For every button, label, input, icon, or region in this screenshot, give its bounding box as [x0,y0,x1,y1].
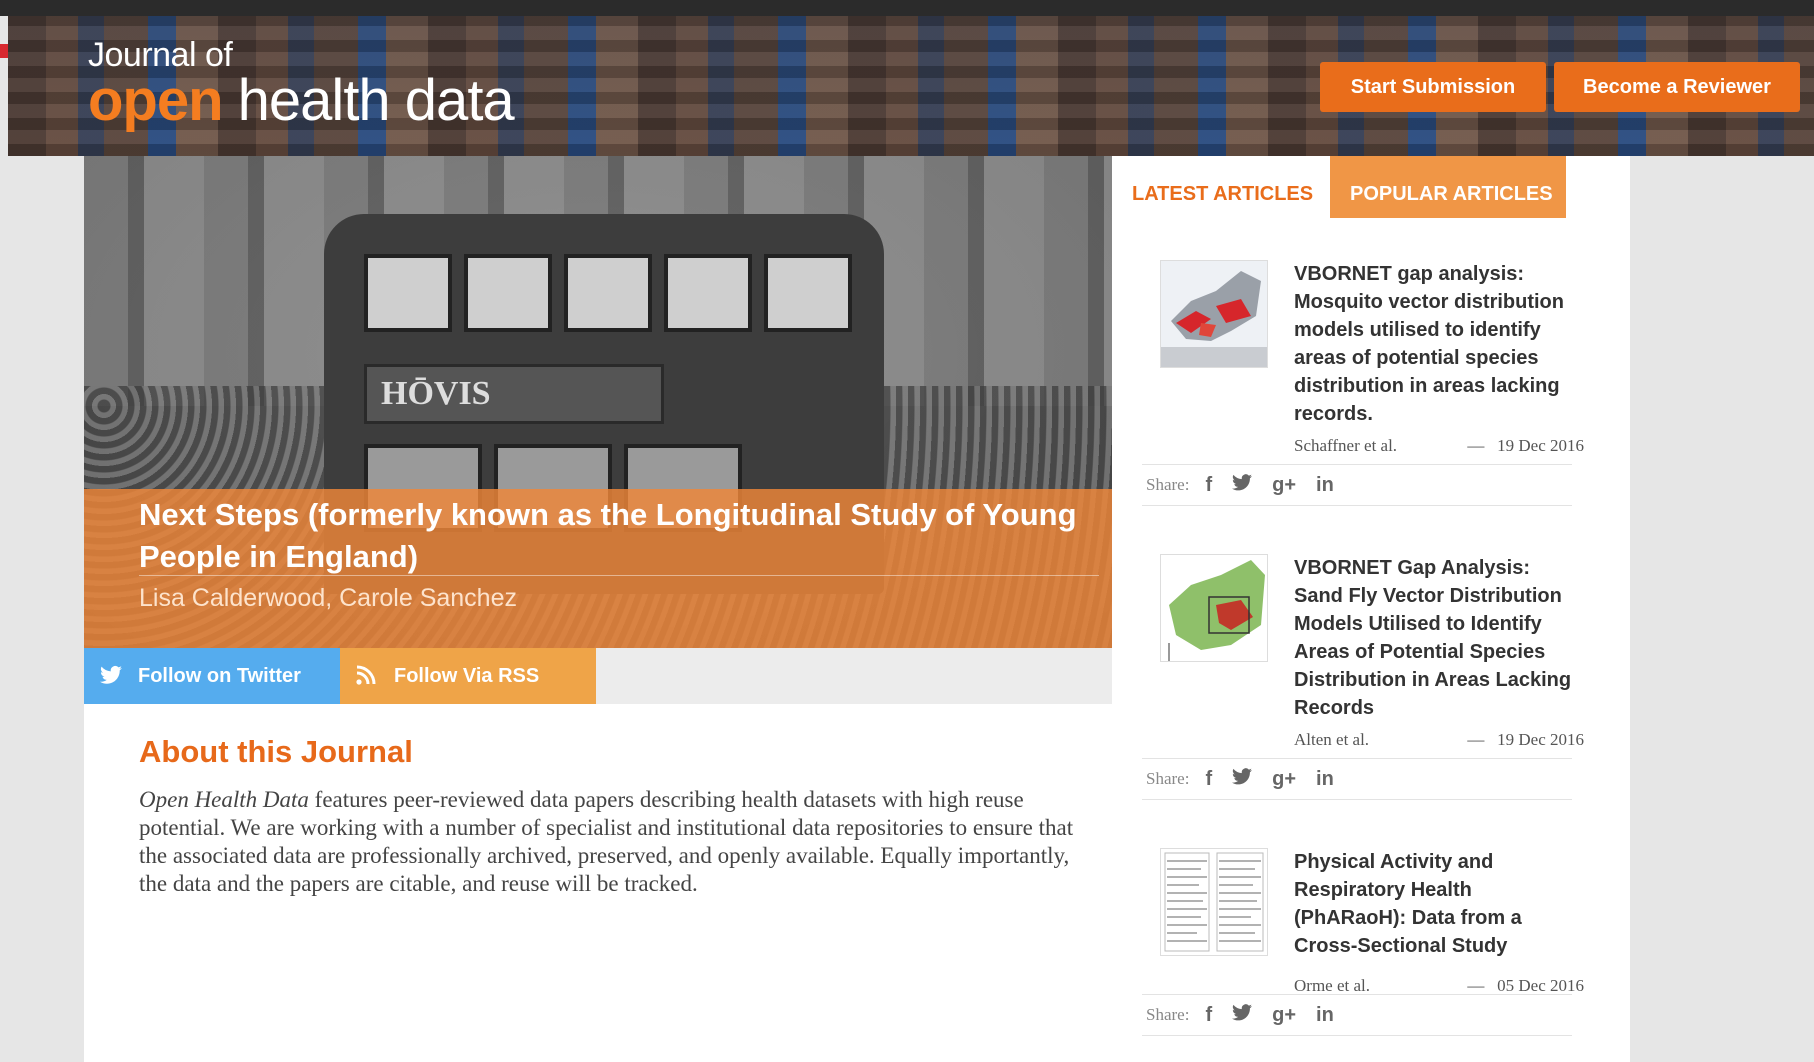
table-thumbnail [1161,849,1267,955]
facebook-icon[interactable]: f [1205,474,1212,497]
bus-window [764,254,852,332]
about-heading: About this Journal [139,734,413,769]
article-date: — 19 Dec 2016 [1467,730,1584,749]
share-label: Share: [1146,1005,1190,1024]
share-label: Share: [1146,769,1190,788]
share-label: Share: [1146,475,1190,494]
logo-line2: open health data [88,72,515,130]
map-thumbnail [1161,261,1267,367]
hero-divider [139,575,1099,576]
featured-title[interactable]: Next Steps (formerly known as the Longit… [139,494,1079,578]
start-submission-button[interactable]: Start Submission [1320,62,1546,112]
share-bar: Share: f g+ in [1142,464,1572,506]
site-header: Journal of open health data Start Submis… [8,16,1814,156]
articles-sidebar: LATEST ARTICLES POPULAR ARTICLES VBORNET… [1112,156,1630,1062]
rss-icon [356,665,378,687]
article-title[interactable]: Physical Activity and Respiratory Health… [1294,848,1584,960]
journal-logo[interactable]: Journal of open health data [88,36,515,130]
share-bar: Share: f g+ in [1142,758,1572,800]
article-title[interactable]: VBORNET gap analysis: Mosquito vector di… [1294,260,1584,428]
article-date: — 19 Dec 2016 [1467,436,1584,455]
follow-bar-filler [596,648,1112,704]
article-meta: Alten et al. — 19 Dec 2016 [1294,730,1584,750]
bus-window [364,254,452,332]
article-meta: Schaffner et al. — 19 Dec 2016 [1294,436,1584,456]
article-item[interactable]: VBORNET Gap Analysis: Sand Fly Vector Di… [1160,554,1584,750]
facebook-icon[interactable]: f [1205,768,1212,791]
top-bar [0,0,1814,16]
bus-window [464,254,552,332]
article-thumbnail[interactable] [1160,848,1268,956]
google-plus-icon[interactable]: g+ [1272,768,1296,791]
linkedin-icon[interactable]: in [1316,474,1334,497]
facebook-icon[interactable]: f [1205,1004,1212,1027]
article-authors: Schaffner et al. [1294,436,1398,455]
map-thumbnail [1161,555,1267,661]
article-title[interactable]: VBORNET Gap Analysis: Sand Fly Vector Di… [1294,554,1584,722]
follow-rss-label: Follow Via RSS [394,664,540,687]
bus-window [664,254,752,332]
tab-popular-articles[interactable]: POPULAR ARTICLES [1330,156,1566,218]
page-gutter [1630,156,1814,1062]
featured-authors: Lisa Calderwood, Carole Sanchez [139,584,517,612]
journal-name: Open Health Data [139,787,309,812]
twitter-icon[interactable] [1232,767,1253,791]
follow-twitter-label: Follow on Twitter [138,664,301,687]
linkedin-icon[interactable]: in [1316,768,1334,791]
tab-latest-articles[interactable]: LATEST ARTICLES [1112,156,1330,218]
twitter-icon[interactable] [1232,473,1253,497]
twitter-icon[interactable] [1232,1003,1253,1027]
article-authors: Alten et al. [1294,730,1370,749]
google-plus-icon[interactable]: g+ [1272,1004,1296,1027]
share-bar: Share: f g+ in [1142,994,1572,1036]
logo-line1: Journal of [88,36,233,74]
main-content: HŌVIS Next Steps (formerly known as the … [84,156,1112,1062]
follow-twitter-button[interactable]: Follow on Twitter [84,648,340,704]
article-meta: Orme et al. — 05 Dec 2016 [1294,976,1584,996]
article-thumbnail[interactable] [1160,554,1268,662]
bus-sign: HŌVIS [364,364,664,424]
logo-health-data: health data [222,68,515,133]
article-item[interactable]: VBORNET gap analysis: Mosquito vector di… [1160,260,1584,456]
bus-window [564,254,652,332]
follow-rss-button[interactable]: Follow Via RSS [340,648,596,704]
twitter-icon [100,665,122,687]
logo-open: open [88,68,224,133]
featured-article[interactable]: HŌVIS Next Steps (formerly known as the … [84,156,1112,648]
article-thumbnail[interactable] [1160,260,1268,368]
article-item[interactable]: Physical Activity and Respiratory Health… [1160,848,1584,998]
article-date: — 05 Dec 2016 [1467,976,1584,995]
google-plus-icon[interactable]: g+ [1272,474,1296,497]
edge-marker [0,44,8,58]
article-authors: Orme et al. [1294,976,1370,995]
become-reviewer-button[interactable]: Become a Reviewer [1554,62,1800,112]
linkedin-icon[interactable]: in [1316,1004,1334,1027]
about-text: Open Health Data features peer-reviewed … [139,786,1089,898]
